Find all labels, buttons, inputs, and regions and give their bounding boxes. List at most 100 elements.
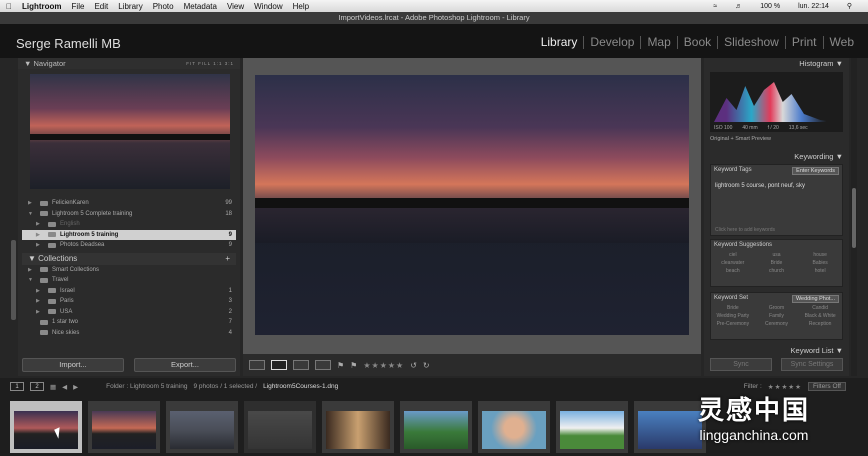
export-button[interactable]: Export... [134, 358, 236, 372]
rotate-left-icon[interactable]: ↺ [410, 361, 417, 370]
menu-metadata[interactable]: Metadata [184, 2, 217, 11]
menu-file[interactable]: File [72, 2, 85, 11]
keyword-set-item[interactable]: Black & White [798, 313, 842, 319]
disclosure-triangle-icon[interactable]: ▶ [36, 221, 44, 227]
filmstrip-thumb-selected[interactable] [10, 401, 82, 453]
collection-row[interactable]: ▶ USA 2 [22, 307, 236, 318]
star-rating[interactable]: ★★★★★ [363, 361, 404, 370]
keyword-set-item[interactable]: Family [755, 313, 799, 319]
disclosure-triangle-icon[interactable]: ▶ [28, 200, 36, 206]
disclosure-triangle-icon[interactable]: ▶ [36, 288, 44, 294]
grid-icon[interactable]: ▦ [50, 383, 56, 391]
folder-row[interactable]: ▼ Lightroom 5 Complete training 18 [22, 209, 236, 220]
volume-icon[interactable]: ♬ [735, 3, 742, 10]
keyword-set-item[interactable]: Reception [798, 321, 842, 327]
page-2-button[interactable]: 2 [30, 382, 44, 391]
apple-menu-icon[interactable]:  [6, 2, 12, 11]
collection-row[interactable]: ▼ Travel [22, 275, 236, 286]
filmstrip-thumb[interactable] [478, 401, 550, 453]
folder-row-selected[interactable]: ▶ Lightroom 5 training 9 [22, 229, 236, 240]
filmstrip-thumb[interactable] [400, 401, 472, 453]
module-book[interactable]: Book [676, 36, 717, 49]
filmstrip-thumb[interactable] [88, 401, 160, 453]
collection-row[interactable]: ▶ Smart Collections [22, 265, 236, 276]
keyword-list-header[interactable]: Keyword List ▼ [704, 345, 849, 356]
keyword-suggestion[interactable]: beach [711, 268, 755, 274]
zoom-options[interactable]: FIT FILL 1:1 3:1 [186, 61, 234, 66]
keyword-suggestion[interactable]: usa [755, 252, 799, 258]
keyword-set-item[interactable]: Ceremony [755, 321, 799, 327]
keyword-tags-select[interactable]: Enter Keywords [792, 167, 839, 175]
keyword-suggestion[interactable]: house [798, 252, 842, 258]
file-name[interactable]: Lightroom5Courses-1.dng [263, 383, 338, 390]
menu-view[interactable]: View [227, 2, 244, 11]
keyword-set-item[interactable]: Bride [711, 305, 755, 311]
main-photo[interactable] [255, 75, 689, 335]
folder-row[interactable]: ▶ FelicienKaren 99 [22, 198, 236, 209]
search-icon[interactable]: ⚲ [847, 2, 852, 10]
keyword-set-item[interactable]: Pre-Ceremony [711, 321, 755, 327]
folder-row[interactable]: ▶ English [22, 219, 236, 230]
right-panel-scrollbar[interactable] [851, 58, 857, 376]
clock-text[interactable]: lun. 22:14 [798, 3, 829, 10]
disclosure-triangle-icon[interactable]: ▼ [28, 277, 36, 283]
flag-icon[interactable]: ⚑ [337, 361, 344, 370]
menu-window[interactable]: Window [254, 2, 282, 11]
wifi-icon[interactable]: ≈ [713, 3, 717, 10]
disclosure-triangle-icon[interactable]: ▼ [28, 211, 36, 217]
disclosure-triangle-icon[interactable]: ▶ [36, 298, 44, 304]
collection-row[interactable]: 1 star two 7 [22, 317, 236, 328]
module-develop[interactable]: Develop [583, 36, 640, 49]
battery-text[interactable]: 100 % [760, 3, 780, 10]
module-map[interactable]: Map [640, 36, 676, 49]
module-print[interactable]: Print [784, 36, 823, 49]
collection-row[interactable]: ▶ Paris 3 [22, 296, 236, 307]
keyword-suggestion[interactable]: clearwater [711, 260, 755, 266]
filmstrip-thumb[interactable] [322, 401, 394, 453]
compare-view-icon[interactable] [293, 360, 309, 370]
module-library[interactable]: Library [535, 36, 584, 49]
grid-view-icon[interactable] [249, 360, 265, 370]
scroll-thumb[interactable] [852, 188, 856, 248]
keywording-header[interactable]: Keywording ▼ [704, 151, 849, 162]
module-web[interactable]: Web [822, 36, 860, 49]
keyword-suggestion[interactable]: ciel [711, 252, 755, 258]
keyword-set-item[interactable]: Wedding Party [711, 313, 755, 319]
keyword-suggestion[interactable]: hotel [798, 268, 842, 274]
keyword-suggestion[interactable]: Bride [755, 260, 799, 266]
loupe-view-icon[interactable] [271, 360, 287, 370]
disclosure-triangle-icon[interactable]: ▶ [36, 309, 44, 315]
histogram[interactable]: ISO 100 40 mm f / 20 13,6 sec [710, 72, 843, 132]
collections-header[interactable]: ▼ Collections + [22, 252, 236, 265]
keyword-suggestion[interactable]: church [755, 268, 799, 274]
keyword-suggestion[interactable]: Babies [798, 260, 842, 266]
folder-row[interactable]: ▶ Photos Deadsea 9 [22, 240, 236, 251]
menu-edit[interactable]: Edit [94, 2, 108, 11]
import-button[interactable]: Import... [22, 358, 124, 372]
add-collection-button[interactable]: + [225, 254, 230, 263]
sync-button[interactable]: Sync [710, 358, 772, 371]
menu-photo[interactable]: Photo [153, 2, 174, 11]
survey-view-icon[interactable] [315, 360, 331, 370]
collection-row[interactable]: ▶ Israel 1 [22, 286, 236, 297]
disclosure-triangle-icon[interactable]: ▶ [36, 242, 44, 248]
forward-arrow-icon[interactable]: ▶ [73, 383, 78, 391]
keyword-set-item[interactable]: Groom [755, 305, 799, 311]
left-panel-scrollbar[interactable] [11, 240, 16, 320]
filmstrip-thumb[interactable] [556, 401, 628, 453]
back-arrow-icon[interactable]: ◀ [62, 383, 67, 391]
filmstrip-thumb[interactable] [244, 401, 316, 453]
collection-row[interactable]: Nice skies 4 [22, 328, 236, 339]
sync-settings-button[interactable]: Sync Settings [781, 358, 843, 371]
keyword-set-select[interactable]: Wedding Phot... [791, 295, 839, 303]
module-slideshow[interactable]: Slideshow [717, 36, 785, 49]
source-label[interactable]: Folder : Lightroom 5 training [106, 383, 187, 390]
rotate-right-icon[interactable]: ↻ [423, 361, 430, 370]
reject-flag-icon[interactable]: ⚑ [350, 361, 357, 370]
navigator-header[interactable]: ▼ Navigator FIT FILL 1:1 3:1 [18, 58, 240, 69]
filmstrip-thumb[interactable] [166, 401, 238, 453]
page-1-button[interactable]: 1 [10, 382, 24, 391]
add-keywords-field[interactable]: Click here to add keywords [715, 227, 775, 233]
menu-help[interactable]: Help [293, 2, 309, 11]
histogram-header[interactable]: Histogram ▼ [704, 58, 849, 69]
